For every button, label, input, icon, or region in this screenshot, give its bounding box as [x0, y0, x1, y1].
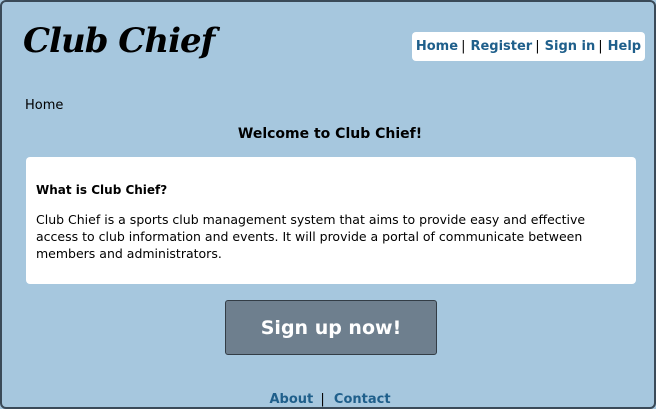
nav-link-home[interactable]: Home — [416, 39, 458, 54]
site-logo[interactable]: Club Chief — [23, 20, 215, 62]
footer-link-contact[interactable]: Contact — [334, 392, 391, 407]
footer-navigation: About | Contact — [2, 392, 656, 407]
page-title: Welcome to Club Chief! — [237, 126, 423, 142]
nav-separator: | — [598, 39, 603, 54]
info-heading: What is Club Chief? — [36, 183, 168, 197]
sign-up-button[interactable]: Sign up now! — [225, 300, 437, 355]
nav-separator: | — [535, 39, 540, 54]
info-text: Club Chief is a sports club management s… — [36, 212, 586, 261]
nav-link-sign-in[interactable]: Sign in — [545, 39, 596, 54]
top-navigation: Home | Register | Sign in | Help — [412, 32, 645, 61]
footer-link-about[interactable]: About — [269, 392, 313, 407]
breadcrumb: Home — [25, 98, 64, 113]
nav-link-register[interactable]: Register — [470, 39, 532, 54]
nav-separator: | — [461, 39, 466, 54]
page-frame: Club Chief Home | Register | Sign in | H… — [0, 0, 656, 409]
footer-separator: | — [320, 392, 325, 407]
info-box: What is Club Chief? Club Chief is a spor… — [26, 157, 636, 284]
nav-link-help[interactable]: Help — [608, 39, 641, 54]
